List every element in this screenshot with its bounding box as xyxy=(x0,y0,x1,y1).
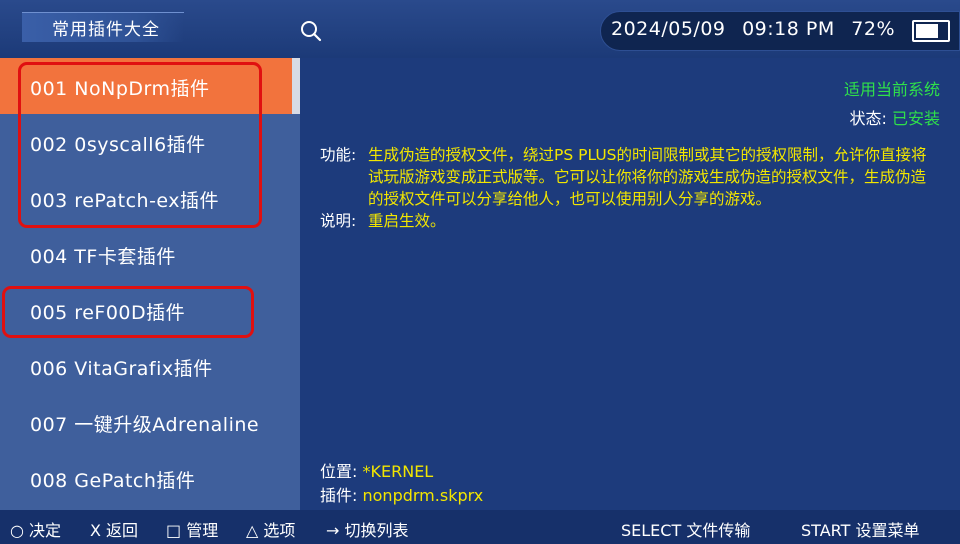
note-key: 说明: xyxy=(320,212,357,230)
page-title: 常用插件大全 xyxy=(52,20,160,40)
status-bar: 2024/05/09 09:18 PM 72% xyxy=(611,18,905,40)
note-value: 重启生效。 xyxy=(368,212,446,230)
date-text: 2024/05/09 xyxy=(611,18,726,40)
list-item[interactable]: 007 一键升级Adrenaline xyxy=(0,394,292,450)
highlight-box xyxy=(2,286,254,338)
plugin-location: 位置: *KERNEL 插件: nonpdrm.skprx xyxy=(320,460,483,508)
battery-icon xyxy=(912,20,950,42)
list-item-label: 007 一键升级Adrenaline xyxy=(30,414,260,436)
location-key: 位置: xyxy=(320,462,358,481)
status-value: 已安装 xyxy=(891,109,940,128)
hint-start: START 设置菜单 xyxy=(801,521,920,540)
location-value: *KERNEL xyxy=(362,462,434,481)
hint-select: SELECT 文件传输 xyxy=(621,521,751,540)
battery-percent: 72% xyxy=(851,18,895,40)
function-key: 功能: xyxy=(320,146,357,164)
highlight-box xyxy=(18,62,262,228)
description: 功能: 生成伪造的授权文件，绕过PS PLUS的时间限制或其它的授权限制，允许你… xyxy=(320,144,940,232)
list-item[interactable]: 006 VitaGrafix插件 xyxy=(0,338,292,394)
hint-manage: □ 管理 xyxy=(166,521,219,540)
plugin-file: nonpdrm.skprx xyxy=(362,486,484,505)
function-value: 生成伪造的授权文件，绕过PS PLUS的时间限制或其它的授权限制，允许你直接将试… xyxy=(368,146,927,208)
status-key: 状态: xyxy=(849,109,887,128)
scrollbar-thumb[interactable] xyxy=(292,58,300,114)
battery-fill xyxy=(916,24,938,38)
hint-back: X 返回 xyxy=(90,521,139,540)
install-status: 状态: 已安装 xyxy=(849,105,940,129)
list-item-label: 004 TF卡套插件 xyxy=(30,246,176,268)
hint-confirm: ○ 决定 xyxy=(10,521,62,540)
list-item[interactable]: 008 GePatch插件 xyxy=(0,450,292,506)
compatibility-label: 适用当前系统 xyxy=(843,80,940,99)
list-item-label: 006 VitaGrafix插件 xyxy=(30,358,213,380)
list-item-label: 008 GePatch插件 xyxy=(30,470,196,492)
list-item[interactable]: 004 TF卡套插件 xyxy=(0,226,292,282)
time-text: 09:18 PM xyxy=(742,18,835,40)
search-icon[interactable] xyxy=(300,20,322,42)
hint-switch-list: → 切换列表 xyxy=(326,521,409,540)
plugin-key: 插件: xyxy=(320,486,358,505)
hint-options: △ 选项 xyxy=(246,521,296,540)
